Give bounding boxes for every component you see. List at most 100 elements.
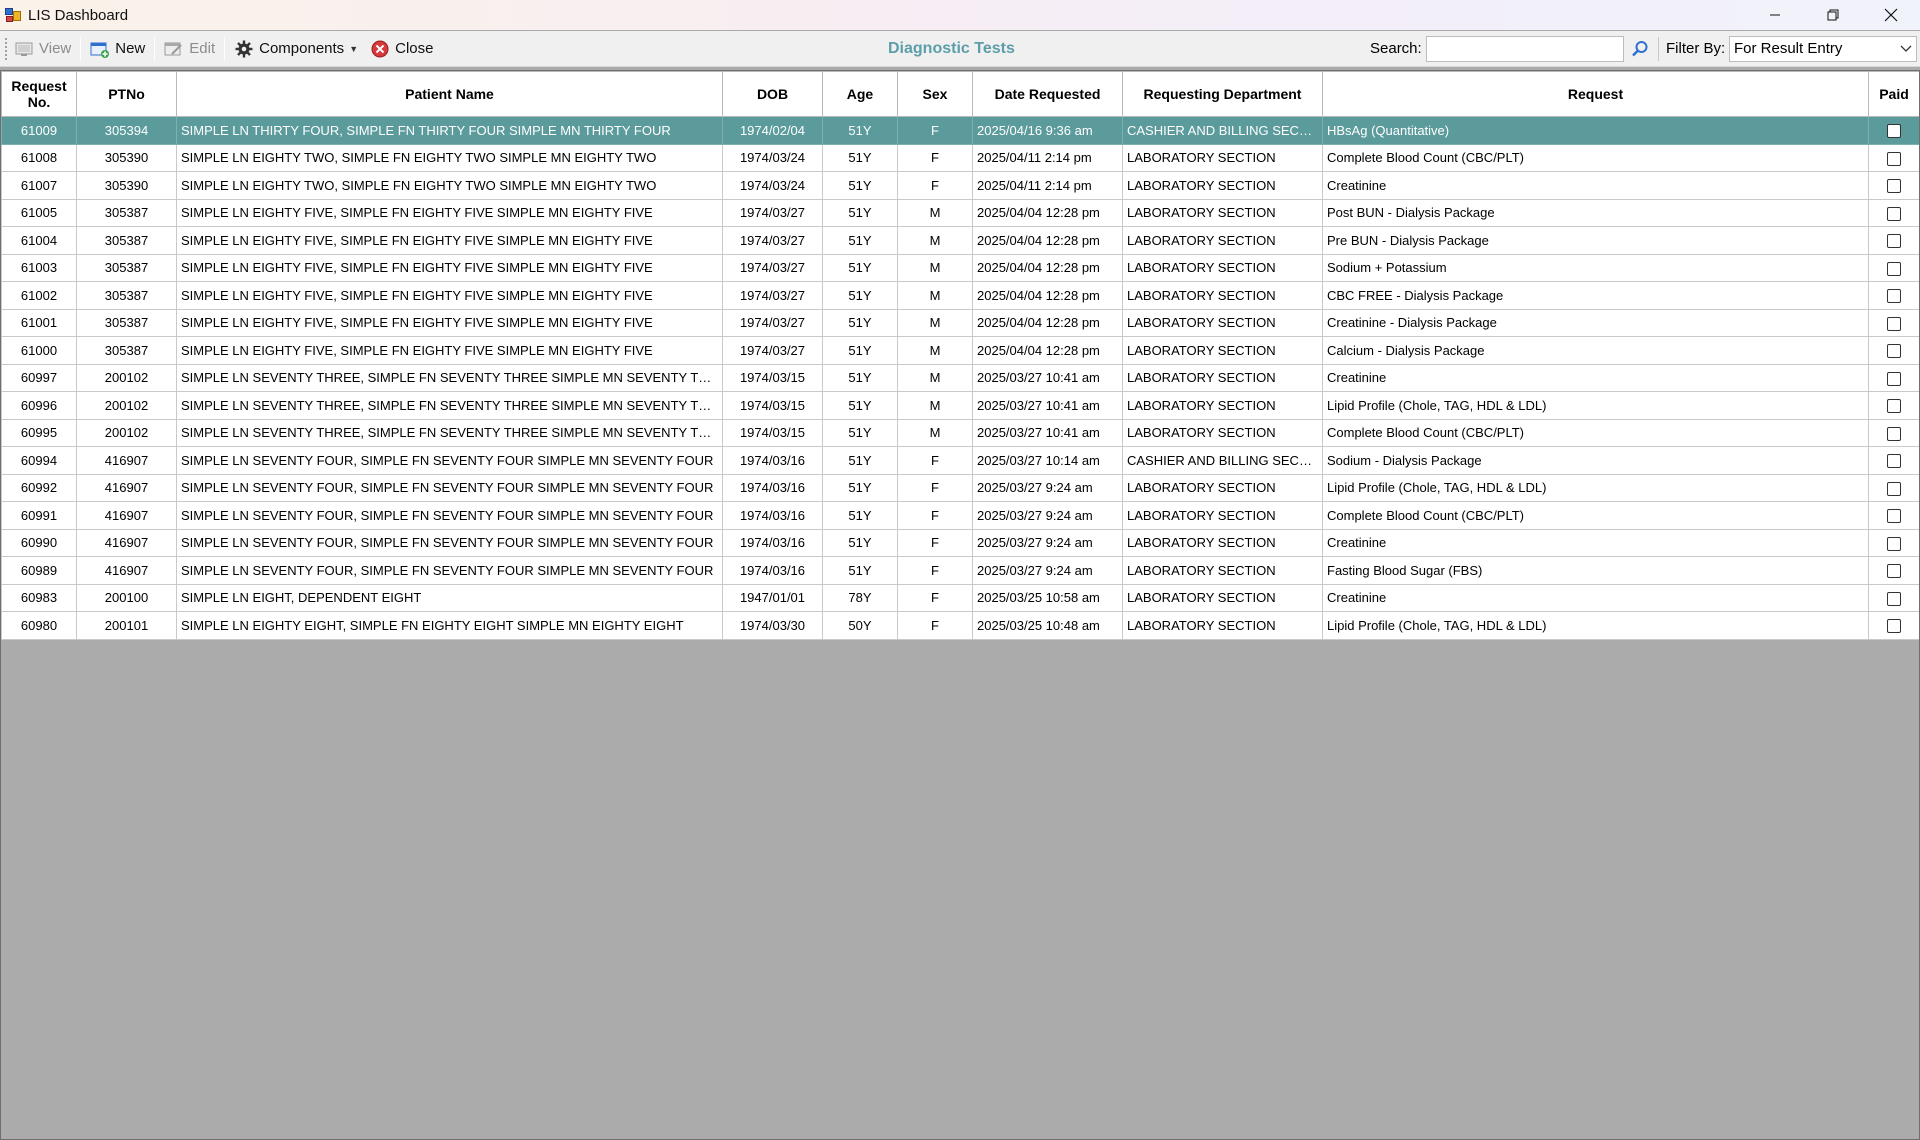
- cell-request-no[interactable]: 60995: [1, 418, 77, 447]
- cell-sex[interactable]: F: [897, 171, 973, 200]
- cell-date-requested[interactable]: 2025/04/11 2:14 pm: [972, 171, 1123, 200]
- cell-dob[interactable]: 1974/03/15: [722, 363, 823, 392]
- cell-request[interactable]: Pre BUN - Dialysis Package: [1322, 226, 1869, 255]
- cell-requesting-department[interactable]: LABORATORY SECTION: [1122, 611, 1323, 640]
- cell-requesting-department[interactable]: LABORATORY SECTION: [1122, 171, 1323, 200]
- paid-checkbox[interactable]: [1887, 509, 1901, 524]
- cell-age[interactable]: 51Y: [822, 116, 898, 145]
- cell-age[interactable]: 51Y: [822, 501, 898, 530]
- cell-age[interactable]: 51Y: [822, 473, 898, 502]
- cell-requesting-department[interactable]: LABORATORY SECTION: [1122, 556, 1323, 585]
- cell-request-no[interactable]: 61000: [1, 336, 77, 365]
- paid-checkbox[interactable]: [1887, 536, 1901, 551]
- table-row[interactable]: 60983 200100 SIMPLE LN EIGHT, DEPENDENT EI…: [1, 583, 1920, 612]
- cell-request[interactable]: Post BUN - Dialysis Package: [1322, 198, 1869, 227]
- cell-request-no[interactable]: 61008: [1, 143, 77, 172]
- close-button[interactable]: Close: [364, 35, 439, 63]
- cell-dob[interactable]: 1974/03/16: [722, 501, 823, 530]
- table-row[interactable]: 61002 305387 SIMPLE LN EIGHTY FIVE, SIMPLE…: [1, 281, 1920, 310]
- cell-request[interactable]: Complete Blood Count (CBC/PLT): [1322, 501, 1869, 530]
- cell-request[interactable]: Creatinine: [1322, 583, 1869, 612]
- cell-dob[interactable]: 1974/03/27: [722, 253, 823, 282]
- paid-checkbox[interactable]: [1887, 289, 1901, 304]
- cell-patient-name[interactable]: SIMPLE LN EIGHT, DEPENDENT EIGHT: [176, 583, 723, 612]
- cell-ptno[interactable]: 200102: [76, 391, 177, 420]
- cell-request[interactable]: Calcium - Dialysis Package: [1322, 336, 1869, 365]
- cell-request[interactable]: Creatinine - Dialysis Package: [1322, 308, 1869, 337]
- search-icon[interactable]: [1630, 39, 1650, 59]
- paid-checkbox[interactable]: [1887, 454, 1901, 469]
- paid-checkbox[interactable]: [1887, 179, 1901, 194]
- cell-ptno[interactable]: 416907: [76, 528, 177, 557]
- cell-patient-name[interactable]: SIMPLE LN SEVENTY FOUR, SIMPLE FN SEVENT…: [176, 528, 723, 557]
- cell-age[interactable]: 51Y: [822, 446, 898, 475]
- paid-checkbox[interactable]: [1887, 399, 1901, 414]
- cell-patient-name[interactable]: SIMPLE LN EIGHTY FIVE, SIMPLE FN EIGHTY …: [176, 308, 723, 337]
- column-header-request-no[interactable]: Request No.: [1, 71, 77, 117]
- cell-sex[interactable]: M: [897, 281, 973, 310]
- cell-dob[interactable]: 1974/02/04: [722, 116, 823, 145]
- cell-age[interactable]: 51Y: [822, 198, 898, 227]
- cell-age[interactable]: 51Y: [822, 308, 898, 337]
- paid-checkbox[interactable]: [1887, 564, 1901, 579]
- cell-sex[interactable]: F: [897, 143, 973, 172]
- cell-dob[interactable]: 1974/03/30: [722, 611, 823, 640]
- column-header-request[interactable]: Request: [1322, 71, 1869, 117]
- table-row[interactable]: 60992 416907 SIMPLE LN SEVENTY FOUR, SIMPL…: [1, 473, 1920, 502]
- cell-request[interactable]: Complete Blood Count (CBC/PLT): [1322, 143, 1869, 172]
- cell-date-requested[interactable]: 2025/03/27 10:41 am: [972, 391, 1123, 420]
- components-dropdown-button[interactable]: Components ▼: [228, 35, 364, 63]
- cell-ptno[interactable]: 200102: [76, 363, 177, 392]
- cell-age[interactable]: 78Y: [822, 583, 898, 612]
- cell-requesting-department[interactable]: LABORATORY SECTION: [1122, 528, 1323, 557]
- cell-dob[interactable]: 1974/03/24: [722, 143, 823, 172]
- column-header-sex[interactable]: Sex: [897, 71, 973, 117]
- new-button[interactable]: New: [84, 35, 151, 63]
- cell-age[interactable]: 51Y: [822, 143, 898, 172]
- cell-sex[interactable]: F: [897, 583, 973, 612]
- paid-checkbox[interactable]: [1887, 316, 1901, 331]
- cell-requesting-department[interactable]: LABORATORY SECTION: [1122, 226, 1323, 255]
- table-row[interactable]: 61007 305390 SIMPLE LN EIGHTY TWO, SIMPLE …: [1, 171, 1920, 200]
- cell-request-no[interactable]: 61004: [1, 226, 77, 255]
- cell-date-requested[interactable]: 2025/04/04 12:28 pm: [972, 226, 1123, 255]
- cell-ptno[interactable]: 200101: [76, 611, 177, 640]
- cell-request[interactable]: Creatinine: [1322, 528, 1869, 557]
- cell-sex[interactable]: M: [897, 363, 973, 392]
- table-row[interactable]: 60995 200102 SIMPLE LN SEVENTY THREE, SIMP…: [1, 418, 1920, 447]
- cell-requesting-department[interactable]: LABORATORY SECTION: [1122, 418, 1323, 447]
- cell-request[interactable]: Sodium + Potassium: [1322, 253, 1869, 282]
- paid-checkbox[interactable]: [1887, 591, 1901, 606]
- view-button[interactable]: View: [8, 35, 77, 63]
- paid-checkbox[interactable]: [1887, 151, 1901, 166]
- cell-dob[interactable]: 1974/03/15: [722, 391, 823, 420]
- cell-age[interactable]: 51Y: [822, 171, 898, 200]
- cell-dob[interactable]: 1974/03/16: [722, 446, 823, 475]
- table-row[interactable]: 60997 200102 SIMPLE LN SEVENTY THREE, SIMP…: [1, 363, 1920, 392]
- table-row[interactable]: 61004 305387 SIMPLE LN EIGHTY FIVE, SIMPLE…: [1, 226, 1920, 255]
- cell-age[interactable]: 51Y: [822, 281, 898, 310]
- cell-dob[interactable]: 1974/03/27: [722, 336, 823, 365]
- minimize-button[interactable]: [1746, 0, 1804, 30]
- paid-checkbox[interactable]: [1887, 206, 1901, 221]
- cell-requesting-department[interactable]: CASHIER AND BILLING SECTI...: [1122, 116, 1323, 145]
- cell-request[interactable]: CBC FREE - Dialysis Package: [1322, 281, 1869, 310]
- cell-request-no[interactable]: 61009: [1, 116, 77, 145]
- cell-ptno[interactable]: 305394: [76, 116, 177, 145]
- cell-request-no[interactable]: 61007: [1, 171, 77, 200]
- paid-checkbox[interactable]: [1887, 344, 1901, 359]
- cell-date-requested[interactable]: 2025/04/04 12:28 pm: [972, 336, 1123, 365]
- cell-request-no[interactable]: 60990: [1, 528, 77, 557]
- cell-sex[interactable]: F: [897, 556, 973, 585]
- cell-patient-name[interactable]: SIMPLE LN SEVENTY THREE, SIMPLE FN SEVEN…: [176, 363, 723, 392]
- table-row[interactable]: 60996 200102 SIMPLE LN SEVENTY THREE, SIMP…: [1, 391, 1920, 420]
- cell-patient-name[interactable]: SIMPLE LN SEVENTY THREE, SIMPLE FN SEVEN…: [176, 418, 723, 447]
- cell-dob[interactable]: 1947/01/01: [722, 583, 823, 612]
- cell-patient-name[interactable]: SIMPLE LN EIGHTY EIGHT, SIMPLE FN EIGHTY…: [176, 611, 723, 640]
- cell-dob[interactable]: 1974/03/27: [722, 308, 823, 337]
- cell-age[interactable]: 51Y: [822, 336, 898, 365]
- cell-request[interactable]: Lipid Profile (Chole, TAG, HDL & LDL): [1322, 391, 1869, 420]
- cell-sex[interactable]: M: [897, 418, 973, 447]
- cell-requesting-department[interactable]: LABORATORY SECTION: [1122, 198, 1323, 227]
- cell-age[interactable]: 50Y: [822, 611, 898, 640]
